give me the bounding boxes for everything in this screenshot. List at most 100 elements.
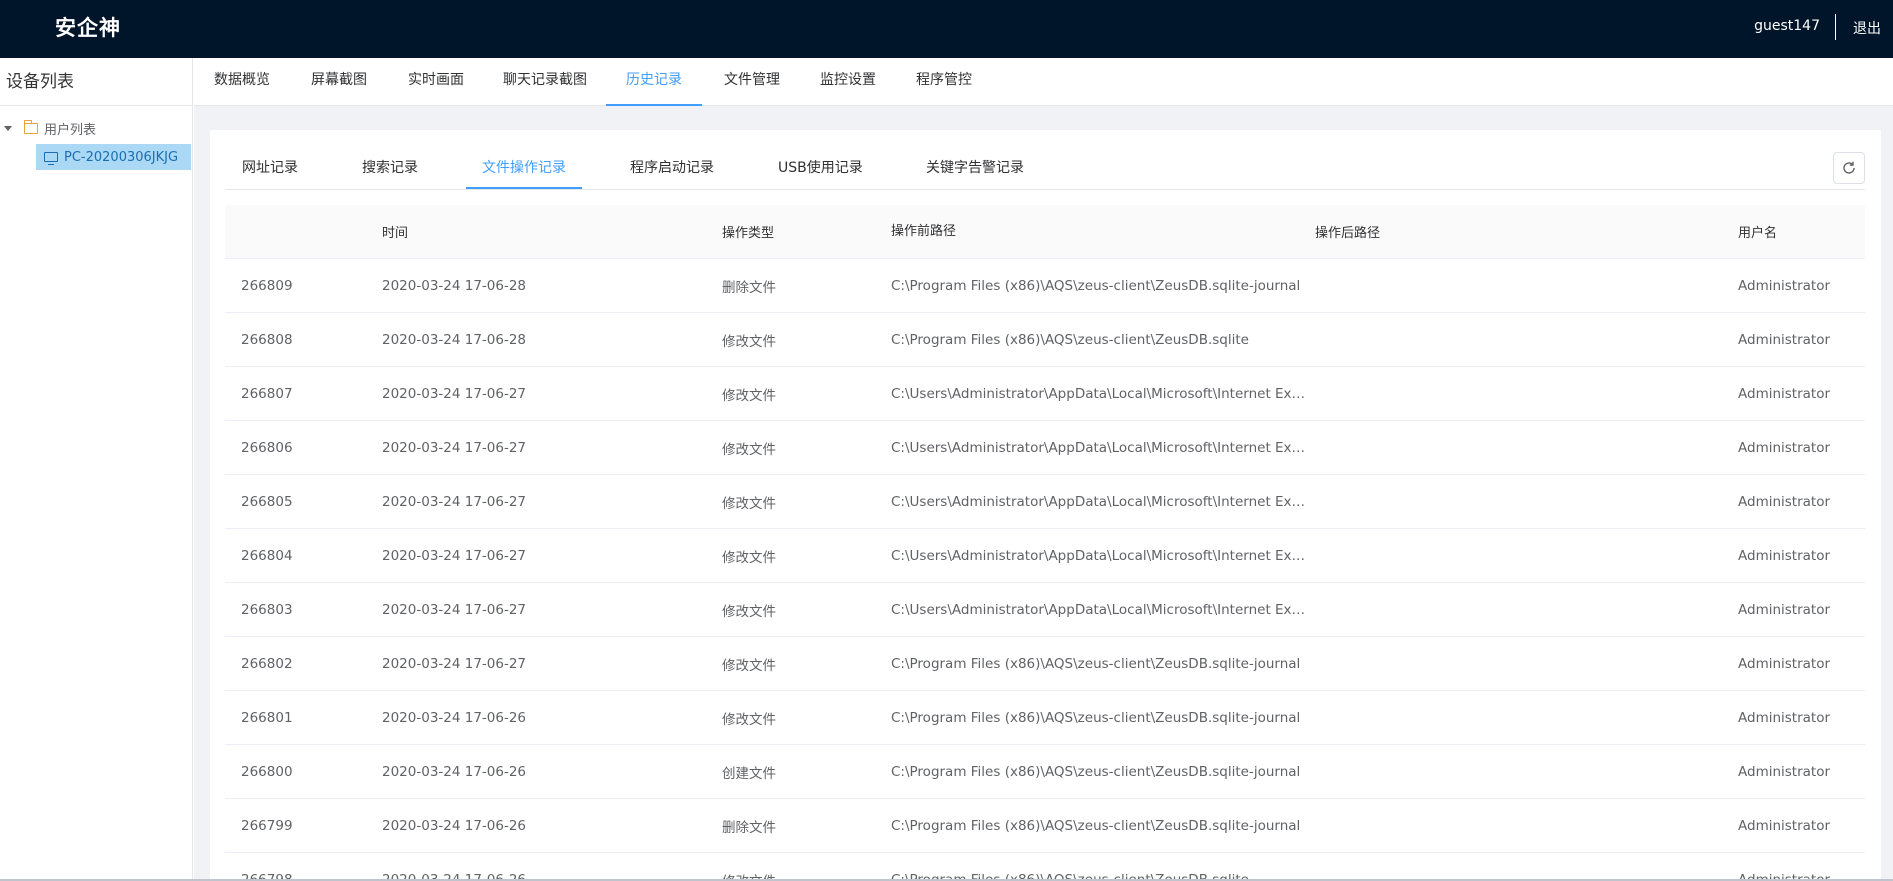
cell-time: 2020-03-24 17-06-27: [382, 547, 527, 564]
cell-path-before: C:\Users\Administrator\AppData\Local\Mic…: [891, 440, 1311, 456]
active-subtab-indicator: [466, 187, 582, 189]
cell-path-before: C:\Users\Administrator\AppData\Local\Mic…: [891, 548, 1311, 564]
cell-time: 2020-03-24 17-06-28: [382, 331, 527, 348]
table-row[interactable]: 266800 2020-03-24 17-06-26 创建文件 C:\Program …: [225, 745, 1865, 799]
cell-username: Administrator: [1738, 655, 1831, 672]
cell-time: 2020-03-24 17-06-27: [382, 493, 527, 510]
cell-id: 266807: [241, 385, 293, 402]
cell-time: 2020-03-24 17-06-27: [382, 385, 527, 402]
header-path-before: 操作前路径: [891, 224, 957, 239]
cell-operation-type: 修改文件: [722, 853, 882, 881]
cell-username: Administrator: [1738, 601, 1831, 618]
cell-path-after: [1315, 259, 1715, 312]
subtab-search-records[interactable]: 搜索记录: [362, 148, 418, 190]
table-row[interactable]: 266801 2020-03-24 17-06-26 修改文件 C:\Program …: [225, 691, 1865, 745]
refresh-button[interactable]: [1833, 152, 1865, 184]
subtab-keyword-alert-records[interactable]: 关键字告警记录: [926, 148, 1024, 190]
cell-operation-type: 修改文件: [722, 495, 776, 512]
cell-time: 2020-03-24 17-06-26: [382, 763, 527, 780]
cell-path-after: [1315, 745, 1715, 798]
app-brand: 安企神: [55, 16, 121, 40]
cell-username: Administrator: [1738, 763, 1831, 780]
tree-node-user-list[interactable]: 用户列表: [0, 116, 193, 140]
table-row[interactable]: 266809 2020-03-24 17-06-28 删除文件 C:\Program …: [225, 259, 1865, 313]
tab-screenshots[interactable]: 屏幕截图: [309, 58, 369, 106]
cell-username: Administrator: [1738, 871, 1831, 881]
table-row[interactable]: 266807 2020-03-24 17-06-27 修改文件 C:\Users\Ad…: [225, 367, 1865, 421]
cell-operation-type: 创建文件: [722, 765, 776, 782]
cell-path-after: [1315, 583, 1715, 636]
tree-node-device-label: PC-20200306JKJG: [64, 149, 179, 165]
subtab-program-start-records[interactable]: 程序启动记录: [630, 148, 714, 190]
header-username: 用户名: [1738, 226, 1778, 241]
cell-id: 266802: [241, 655, 293, 672]
cell-id: 266801: [241, 709, 293, 726]
cell-operation-type: 修改文件: [722, 333, 776, 350]
tree-node-label: 用户列表: [44, 122, 97, 138]
table-row[interactable]: 266806 2020-03-24 17-06-27 修改文件 C:\Users\Ad…: [225, 421, 1865, 475]
tree-node-device[interactable]: PC-20200306JKJG: [36, 144, 191, 170]
refresh-icon: [1843, 161, 1855, 174]
table-row[interactable]: 266808 2020-03-24 17-06-28 修改文件 C:\Program …: [225, 313, 1865, 367]
tab-file-management[interactable]: 文件管理: [722, 58, 782, 106]
header-id: [241, 205, 381, 258]
cell-path-before: C:\Program Files (x86)\AQS\zeus-client\Z…: [891, 818, 1301, 834]
cell-path-before: C:\Users\Administrator\AppData\Local\Mic…: [891, 494, 1311, 510]
cell-id: 266804: [241, 547, 293, 564]
tab-data-overview[interactable]: 数据概览: [212, 58, 272, 106]
subtabs-divider: [225, 189, 1865, 190]
header-path-after: 操作后路径: [1315, 226, 1381, 241]
tab-history[interactable]: 历史记录: [606, 58, 702, 106]
cell-time: 2020-03-24 17-06-26: [382, 871, 527, 881]
cell-path-after: [1315, 529, 1715, 582]
cell-username: Administrator: [1738, 385, 1831, 402]
cell-operation-type: 删除文件: [722, 819, 776, 836]
table-row[interactable]: 266798 2020-03-24 17-06-26 修改文件 C:\Program …: [225, 853, 1865, 881]
tab-program-control[interactable]: 程序管控: [914, 58, 974, 106]
cell-id: 266806: [241, 439, 293, 456]
tab-chat-screenshots[interactable]: 聊天记录截图: [502, 58, 588, 106]
cell-path-after: [1315, 799, 1715, 852]
cell-operation-type: 修改文件: [722, 711, 776, 728]
folder-icon: [24, 119, 38, 134]
current-username: guest147: [1754, 18, 1820, 34]
cell-path-after: [1315, 691, 1715, 744]
table-row[interactable]: 266805 2020-03-24 17-06-27 修改文件 C:\Users\Ad…: [225, 475, 1865, 529]
header-operation-type: 操作类型: [722, 226, 775, 241]
table-row[interactable]: 266804 2020-03-24 17-06-27 修改文件 C:\Users\Ad…: [225, 529, 1865, 583]
table-header: 时间 操作类型 操作前路径 操作后路径 用户名: [225, 205, 1865, 259]
cell-username: Administrator: [1738, 817, 1831, 834]
tab-live-view[interactable]: 实时画面: [406, 58, 466, 106]
table-row[interactable]: 266799 2020-03-24 17-06-26 删除文件 C:\Program …: [225, 799, 1865, 853]
cell-operation-type: 修改文件: [722, 441, 776, 458]
cell-path-before: C:\Program Files (x86)\AQS\zeus-client\Z…: [891, 710, 1301, 726]
table-row[interactable]: 266802 2020-03-24 17-06-27 修改文件 C:\Program …: [225, 637, 1865, 691]
cell-time: 2020-03-24 17-06-27: [382, 655, 527, 672]
cell-time: 2020-03-24 17-06-27: [382, 439, 527, 456]
tab-monitor-settings[interactable]: 监控设置: [818, 58, 878, 106]
cell-operation-type: 修改文件: [722, 387, 776, 404]
cell-path-after: [1315, 475, 1715, 528]
table-row[interactable]: 266803 2020-03-24 17-06-27 修改文件 C:\Users\Ad…: [225, 583, 1865, 637]
cell-username: Administrator: [1738, 493, 1831, 510]
cell-username: Administrator: [1738, 547, 1831, 564]
monitor-icon: [44, 152, 58, 165]
cell-path-before: C:\Program Files (x86)\AQS\zeus-client\Z…: [891, 278, 1301, 294]
cell-id: 266798: [241, 871, 293, 881]
table-body: 266809 2020-03-24 17-06-28 删除文件 C:\Program …: [225, 259, 1865, 881]
sidebar-title: 设备列表: [0, 58, 192, 106]
cell-operation-type: 修改文件: [722, 603, 776, 620]
subtab-usb-records[interactable]: USB使用记录: [778, 148, 863, 190]
cell-path-after: [1315, 367, 1715, 420]
cell-operation-type: 删除文件: [722, 279, 776, 296]
cell-username: Administrator: [1738, 331, 1831, 348]
cell-path-before: C:\Program Files (x86)\AQS\zeus-client\Z…: [891, 764, 1301, 780]
caret-down-icon[interactable]: [4, 125, 12, 131]
cell-username: Administrator: [1738, 709, 1831, 726]
subtab-url-records[interactable]: 网址记录: [242, 148, 298, 190]
subtab-file-operation-records[interactable]: 文件操作记录: [482, 148, 566, 190]
logout-button[interactable]: 退出: [1853, 18, 1881, 38]
cell-path-before: C:\Users\Administrator\AppData\Local\Mic…: [891, 602, 1311, 618]
cell-id: 266800: [241, 763, 293, 780]
cell-path-after: [1315, 313, 1715, 366]
